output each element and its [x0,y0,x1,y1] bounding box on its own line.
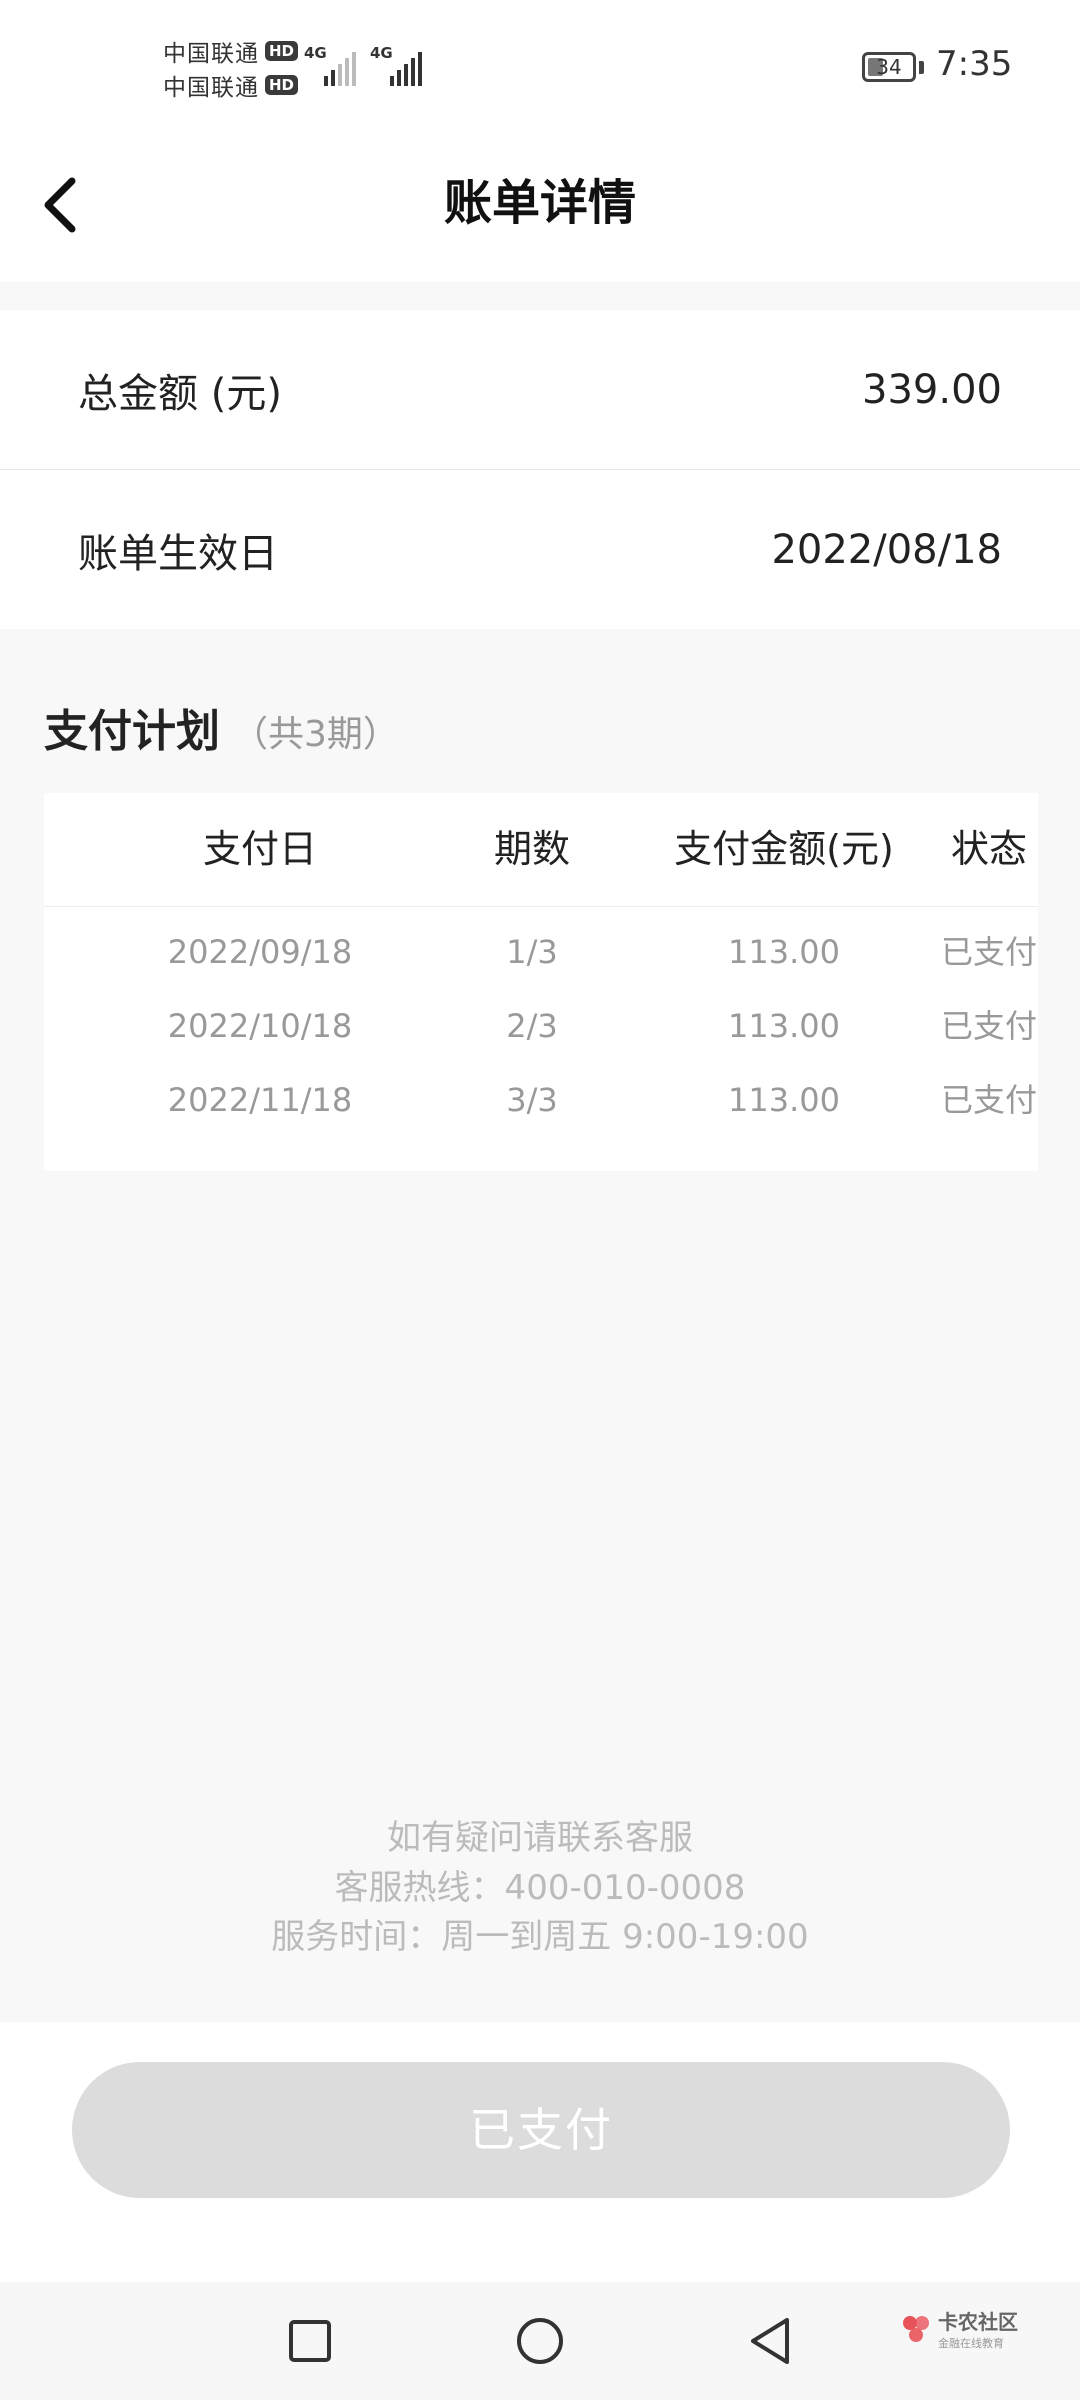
payment-plan-title: 支付计划 [44,706,220,757]
carrier-info: 中国联通 HD 中国联通 HD [163,34,299,102]
effective-date-row: 账单生效日 2022/08/18 [0,470,1080,629]
table-header: 支付日 期数 支付金额(元) 状态 [44,793,1038,906]
paid-button[interactable]: 已支付 [72,2062,1010,2198]
payment-plan-table: 支付日 期数 支付金额(元) 状态 2022/09/18 1/3 113.00 … [44,793,1038,1171]
row-status: 已支付 [940,1007,1037,1045]
square-icon [289,2320,331,2362]
circle-icon [517,2318,563,2364]
signal-indicators: 4G 4G [304,44,422,86]
total-amount-row: 总金额 (元) 339.00 [0,310,1080,469]
row-status: 已支付 [940,933,1037,971]
installment-count: （共3期） [232,714,399,755]
hotline-text[interactable]: 客服热线：400-010-0008 [0,1860,1080,1909]
divider [44,906,1038,907]
clock: 7:35 [936,44,1013,84]
table-row: 2022/09/18 1/3 113.00 已支付 [44,915,1038,989]
payment-plan-heading: 支付计划 （共3期） [44,695,399,759]
total-amount-label: 总金额 (元) [78,370,282,417]
carrier-name: 中国联通 [163,41,259,67]
signal-strength-icon: 4G [370,44,422,86]
service-hours-text: 服务时间：周一到周五 9:00-19:00 [271,1917,809,1957]
watermark-title: 卡农社区 [938,2310,1018,2334]
home-button[interactable] [490,2282,590,2400]
back-button[interactable] [30,165,90,245]
row-status: 已支付 [940,1081,1037,1119]
chevron-left-icon [44,177,76,233]
contact-hint: 如有疑问请联系客服 [387,1818,693,1858]
hd-badge: HD [265,75,299,95]
table-row: 2022/10/18 2/3 113.00 已支付 [44,989,1038,1063]
page-title: 账单详情 [443,175,636,231]
signal-strength-icon: 4G [304,44,356,86]
back-nav-button[interactable] [720,2282,820,2400]
row-date: 2022/09/18 [167,933,353,971]
effective-date-label: 账单生效日 [78,530,278,577]
column-header-status: 状态 [950,827,1027,871]
status-bar: 中国联通 HD 中国联通 HD 4G 4G 34 7:35 [0,0,1080,125]
column-header-date: 支付日 [202,827,317,871]
table-row: 2022/11/18 3/3 113.00 已支付 [44,1063,1038,1137]
carrier-name: 中国联通 [163,75,259,101]
watermark-logo-icon [903,2315,929,2342]
bill-detail-page: 中国联通 HD 中国联通 HD 4G 4G 34 7:35 账单详情 总金额 (… [0,0,1080,2400]
recent-apps-button[interactable] [260,2282,360,2400]
nav-header: 账单详情 [0,125,1080,282]
total-amount-value: 339.00 [862,366,1002,413]
battery-icon: 34 [862,52,916,82]
battery-level: 34 [876,55,902,79]
hd-badge: HD [265,41,299,61]
watermark: 卡农社区 金融在线教育 [900,2306,1018,2351]
row-date: 2022/10/18 [167,1007,353,1045]
row-date: 2022/11/18 [167,1081,353,1119]
effective-date-value: 2022/08/18 [771,526,1002,573]
triangle-back-icon [751,2318,789,2364]
watermark-subtitle: 金融在线教育 [938,2337,1004,2350]
